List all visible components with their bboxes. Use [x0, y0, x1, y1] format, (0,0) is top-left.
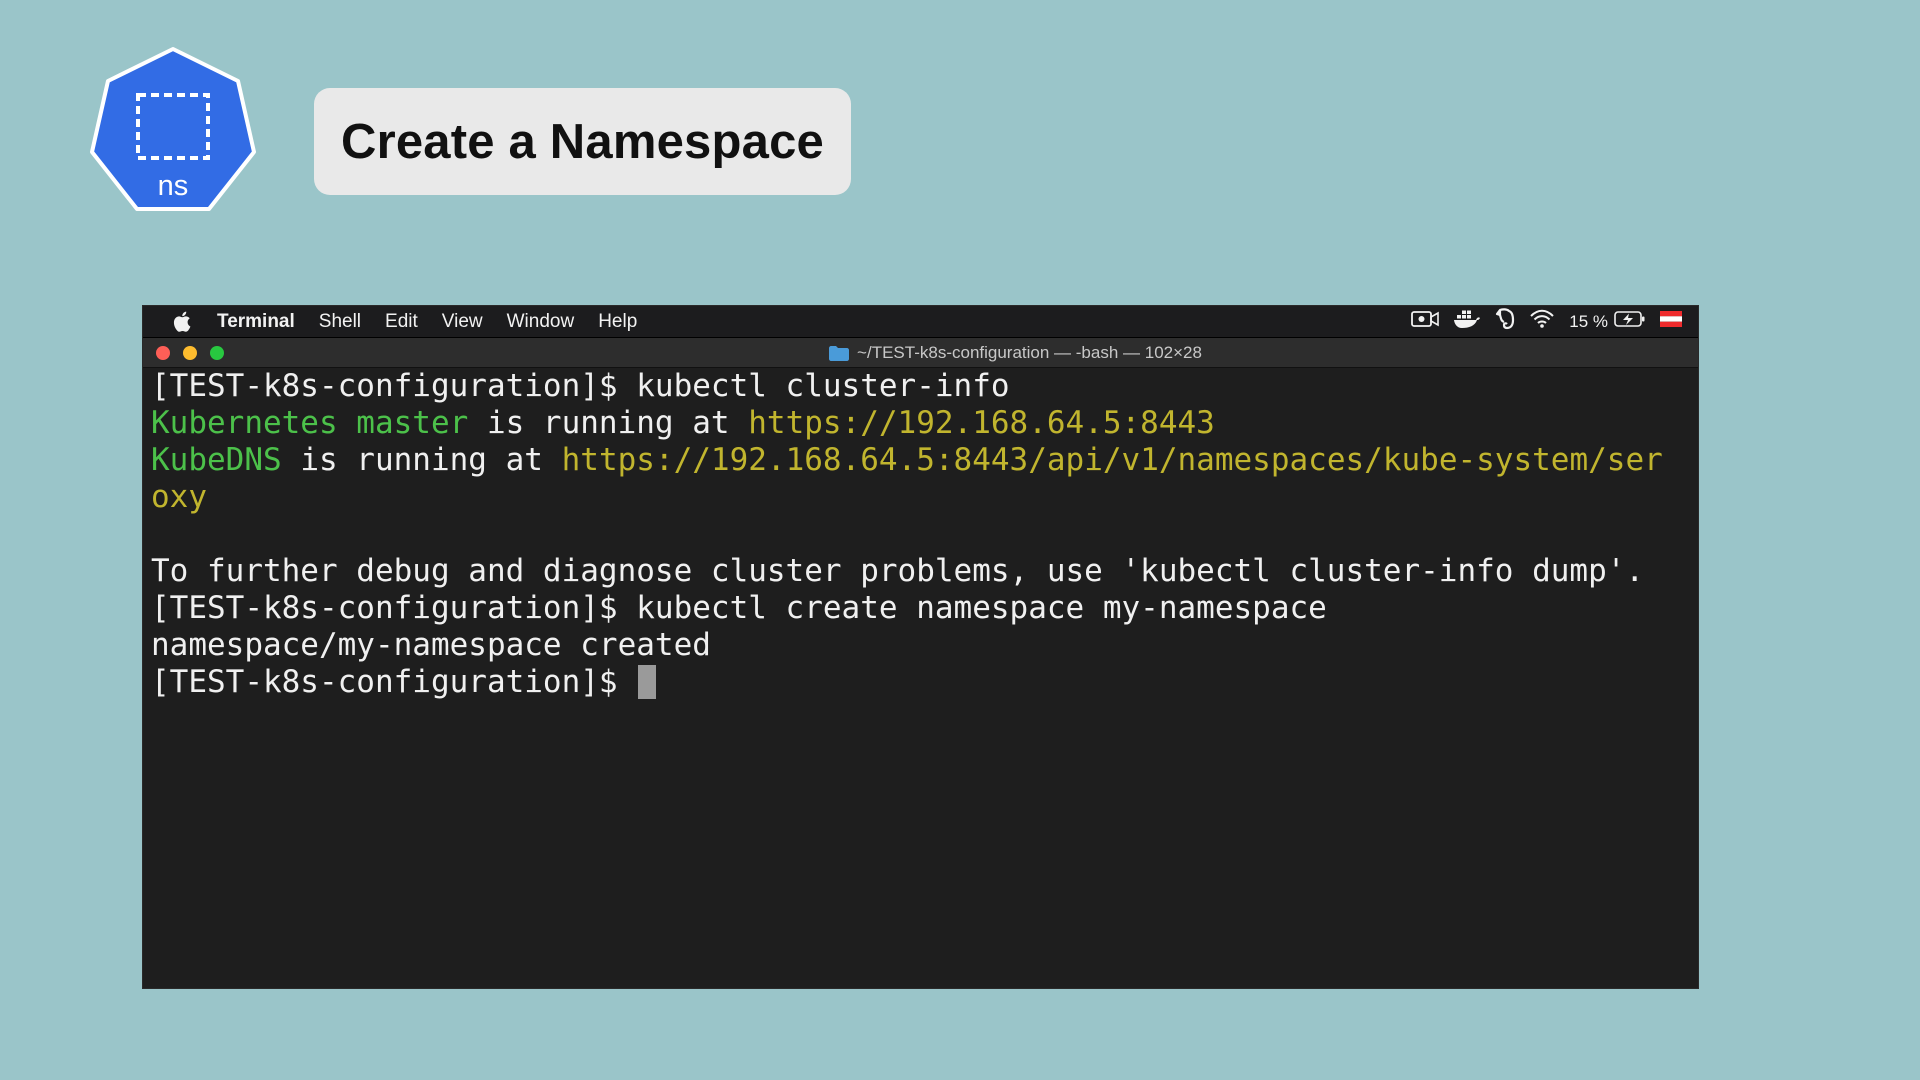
terminal-screenshot: Terminal Shell Edit View Window Help 15 … — [142, 305, 1699, 989]
terminal-line: [TEST-k8s-configuration]$ — [151, 664, 1698, 701]
wifi-icon[interactable] — [1529, 309, 1555, 335]
terminal-text: https://192.168.64.5:8443 — [748, 405, 1215, 441]
apple-icon[interactable] — [173, 311, 191, 332]
terminal-title-bar[interactable]: ~/TEST-k8s-configuration — -bash — 102×2… — [143, 338, 1698, 368]
terminal-text: oxy — [151, 479, 207, 515]
terminal-text: KubeDNS — [151, 442, 282, 478]
menu-terminal[interactable]: Terminal — [217, 311, 295, 333]
menu-help[interactable]: Help — [598, 311, 637, 333]
menu-window[interactable]: Window — [507, 311, 575, 333]
window-controls — [156, 345, 224, 360]
screen-record-icon[interactable] — [1411, 309, 1440, 335]
logo-label: ns — [158, 170, 189, 202]
terminal-output[interactable]: [TEST-k8s-configuration]$ kubectl cluste… — [143, 368, 1698, 701]
terminal-text: is running at — [281, 442, 562, 478]
terminal-cursor — [638, 665, 657, 699]
battery-charging-icon[interactable] — [1614, 310, 1646, 334]
window-title: ~/TEST-k8s-configuration — -bash — 102×2… — [857, 343, 1202, 362]
namespace-logo: ns — [90, 47, 256, 211]
slide-title-box: Create a Namespace — [314, 88, 851, 195]
terminal-text: [TEST-k8s-configuration]$ kubectl create… — [151, 590, 1327, 626]
menu-edit[interactable]: Edit — [385, 311, 418, 333]
zoom-button[interactable] — [210, 345, 224, 360]
menu-shell[interactable]: Shell — [319, 311, 361, 333]
terminal-text: https://192.168.64.5:8443/api/v1/namespa… — [561, 442, 1663, 478]
terminal-line: namespace/my-namespace created — [151, 627, 1698, 664]
terminal-line: oxy — [151, 479, 1698, 516]
close-button[interactable] — [156, 345, 170, 360]
terminal-line: Kubernetes master is running at https://… — [151, 405, 1698, 442]
window-title-area: ~/TEST-k8s-configuration — -bash — 102×2… — [143, 338, 1698, 368]
menu-bar: Terminal Shell Edit View Window Help 15 … — [143, 306, 1698, 338]
terminal-line: [TEST-k8s-configuration]$ kubectl create… — [151, 590, 1698, 627]
docker-icon[interactable] — [1453, 308, 1481, 336]
terminal-text: To further debug and diagnose cluster pr… — [151, 553, 1645, 589]
folder-icon — [829, 345, 850, 361]
terminal-text: [TEST-k8s-configuration]$ kubectl cluste… — [151, 368, 1010, 404]
flag-icon[interactable] — [1660, 311, 1682, 333]
minimize-button[interactable] — [183, 345, 197, 360]
terminal-line: KubeDNS is running at https://192.168.64… — [151, 442, 1698, 479]
evernote-icon[interactable] — [1495, 308, 1515, 336]
menu-view[interactable]: View — [442, 311, 483, 333]
terminal-line: [TEST-k8s-configuration]$ kubectl cluste… — [151, 368, 1698, 405]
terminal-line: To further debug and diagnose cluster pr… — [151, 553, 1698, 590]
status-area: 15 % — [1411, 306, 1682, 338]
terminal-text: namespace/my-namespace created — [151, 627, 711, 663]
terminal-text: is running at — [468, 405, 749, 441]
battery-percentage: 15 % — [1569, 312, 1608, 331]
terminal-text: Kubernetes master — [151, 405, 469, 441]
terminal-text: [TEST-k8s-configuration]$ — [151, 664, 637, 700]
slide-title: Create a Namespace — [340, 114, 824, 169]
